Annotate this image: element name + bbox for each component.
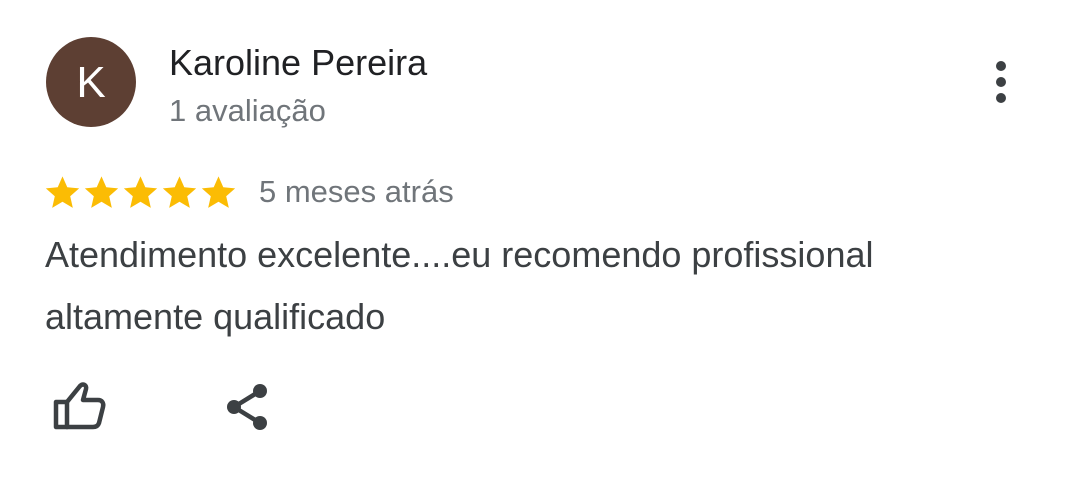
star-icon: [123, 175, 158, 208]
avatar[interactable]: K: [46, 37, 136, 127]
thumb-up-icon: [53, 382, 106, 430]
more-vert-icon: [996, 61, 1006, 103]
review-card: K Karoline Pereira 1 avaliação 5 meses a…: [0, 0, 1080, 496]
star-icon: [84, 175, 119, 208]
star-rating: [44, 174, 237, 211]
avatar-initial: K: [76, 58, 106, 107]
share-button[interactable]: [214, 374, 280, 440]
rating-row: 5 meses atrás: [44, 170, 454, 214]
author-name[interactable]: Karoline Pereira: [169, 41, 427, 85]
more-options-button[interactable]: [976, 52, 1026, 112]
author-review-count: 1 avaliação: [169, 93, 326, 128]
share-icon: [227, 384, 267, 430]
star-icon: [201, 175, 236, 208]
like-button[interactable]: [44, 374, 114, 438]
review-time: 5 meses atrás: [259, 174, 454, 209]
star-icon: [45, 175, 80, 208]
star-icon: [162, 175, 197, 208]
review-text: Atendimento excelente....eu recomendo pr…: [45, 234, 874, 337]
